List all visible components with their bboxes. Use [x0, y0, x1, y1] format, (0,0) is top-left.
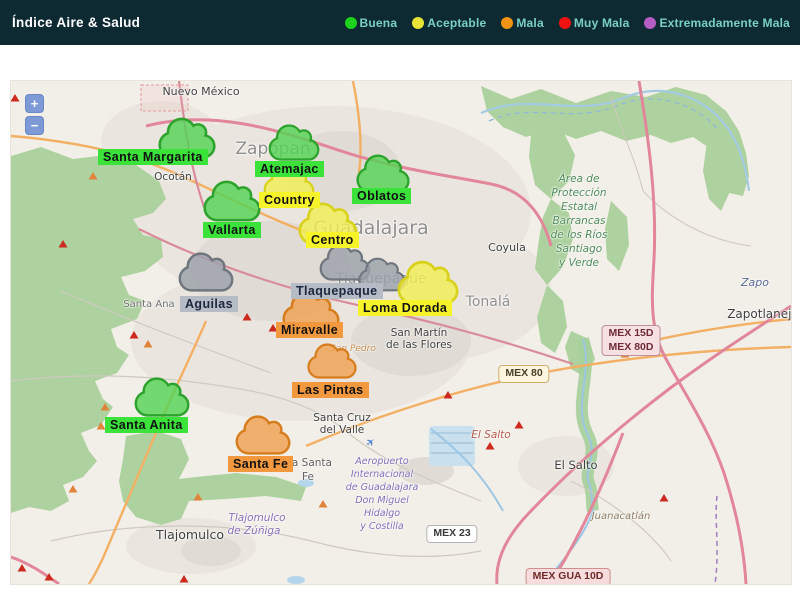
legend-item-buena: Buena [344, 15, 398, 30]
aqi-marker-santa-anita[interactable] [134, 377, 190, 422]
map-label-de-las-flores: de las Flores [385, 339, 453, 351]
legend-dot-aceptable [412, 16, 425, 29]
cloud-icon [178, 252, 234, 292]
map-label-y-costilla: y Costilla [360, 521, 404, 532]
aqi-marker-label-miravalle[interactable]: Miravalle [276, 322, 344, 339]
cloud-icon [356, 154, 410, 192]
aqi-marker-atemajac[interactable] [268, 123, 320, 166]
legend-item-aceptable: Aceptable [412, 16, 486, 30]
map-label-internacional: Internacional [350, 469, 414, 480]
aqi-marker-label-santa-margarita[interactable]: Santa Margarita [98, 149, 208, 166]
map-label-hidalgo: Hidalgo [363, 508, 401, 519]
zoom-control: + − [25, 94, 44, 135]
road-badge-line: MEX 80D [608, 340, 654, 353]
map-label-coyula: Coyula [488, 241, 526, 254]
map-label-san-mart-n: San Martín [390, 327, 448, 339]
map-label-ocot-n: Ocotán [154, 171, 192, 183]
cloud-icon [235, 415, 291, 455]
map-label-de-z-iga: de Zúñiga [227, 525, 281, 537]
road-badge-mex-gua-10d: MEX GUA 10D [525, 568, 611, 584]
map-label-tlajomulco: Tlajomulco [156, 527, 224, 542]
aqi-marker-label-vallarta[interactable]: Vallarta [203, 222, 261, 239]
aqi-marker-label-santa-anita[interactable]: Santa Anita [105, 417, 188, 434]
cloud-icon [268, 123, 320, 161]
legend-dot-extremadamente-mala [644, 16, 657, 29]
app-title: Índice Aire & Salud [12, 15, 141, 30]
map-label-el-salto: El Salto [471, 429, 511, 441]
air-quality-map[interactable]: Nuevo MéxicoOcotánZapopanGuadalajaraTlaq… [10, 80, 792, 585]
aqi-marker-label-aguilas[interactable]: Aguilas [180, 296, 238, 313]
map-label-santa-ana: Santa Ana [123, 299, 175, 310]
road-badge-mex-23: MEX 23 [426, 525, 478, 543]
map-label-de-guadalajara: de Guadalajara [345, 482, 419, 493]
legend: Buena Aceptable Mala Muy Mala Extremadamente… [344, 15, 790, 30]
map-label-santiago: Santiago [555, 243, 603, 255]
map-label-zapo: Zapo [741, 276, 769, 289]
app-header: Índice Aire & Salud Buena Aceptable Mala Mu… [0, 0, 800, 45]
aqi-marker-las-pintas[interactable] [307, 343, 357, 384]
cloud-icon [134, 377, 190, 417]
map-label-protecci-n: Protección [551, 187, 607, 199]
road-badge-mex-15d-80d: MEX 15D MEX 80D [601, 325, 661, 357]
map-label-el-salto: El Salto [554, 458, 598, 472]
road-badge-line: MEX 80 [505, 367, 543, 379]
legend-label: Extremadamente Mala [659, 15, 790, 30]
aqi-marker-aguilas[interactable] [178, 252, 234, 297]
road-badge-line: MEX 15D [608, 327, 654, 339]
aqi-marker-label-tlaquepaque[interactable]: Tlaquepaque [291, 283, 383, 300]
map-label-tlajomulco: Tlajomulco [228, 512, 286, 524]
legend-item-mala: Mala [501, 15, 544, 30]
legend-label: Muy Mala [573, 15, 630, 30]
map-label-zapotlanejo: Zapotlanejo [727, 307, 792, 321]
aqi-marker-label-centro[interactable]: Centro [306, 232, 359, 249]
map-label-nuevo-m-xico: Nuevo México [162, 85, 240, 98]
aqi-marker-label-country[interactable]: Country [259, 192, 320, 209]
road-badge-mex-80: MEX 80 [498, 365, 550, 383]
map-label-fe: Fe [302, 471, 314, 483]
legend-label: Mala [516, 15, 544, 30]
map-label-tonal: Tonalá [465, 294, 511, 310]
aqi-marker-santa-fe[interactable] [235, 415, 291, 460]
legend-item-muy-mala: Muy Mala [558, 15, 630, 30]
map-label-y-verde: y Verde [558, 257, 600, 269]
zoom-in-button[interactable]: + [25, 94, 44, 113]
map-label-de-los-r-os: de los Ríos [550, 229, 608, 241]
cloud-icon [203, 180, 261, 222]
aqi-marker-label-las-pintas[interactable]: Las Pintas [292, 382, 369, 399]
legend-dot-muy-mala [558, 16, 571, 29]
map-label-santa-cruz: Santa Cruz [313, 412, 371, 424]
legend-item-extremadamente-mala: Extremadamente Mala [644, 16, 790, 30]
legend-dot-buena [344, 16, 357, 29]
map-label-rea-de: Área de [558, 173, 600, 185]
map-label-don-miguel: Don Miguel [355, 495, 409, 506]
map-label-aeropuerto: Aeropuerto [355, 456, 409, 467]
aqi-marker-label-oblatos[interactable]: Oblatos [352, 188, 412, 205]
road-badge-line: MEX 23 [433, 527, 471, 539]
legend-dot-mala [501, 16, 514, 29]
map-label-barrancas: Barrancas [552, 215, 606, 227]
road-badge-line: MEX GUA 10D [532, 570, 604, 582]
cloud-icon [397, 260, 459, 304]
aqi-marker-label-loma-dorada[interactable]: Loma Dorada [358, 300, 453, 317]
aqi-marker-label-atemajac[interactable]: Atemajac [255, 161, 324, 178]
legend-label: Aceptable [427, 15, 487, 30]
cloud-icon [307, 343, 357, 379]
aqi-marker-label-santa-fe[interactable]: Santa Fe [228, 456, 294, 473]
map-label-estatal: Estatal [560, 201, 598, 213]
map-label-del-valle: del Valle [319, 424, 365, 436]
zoom-out-button[interactable]: − [25, 116, 44, 135]
aqi-marker-vallarta[interactable] [203, 180, 261, 227]
legend-label: Buena [359, 15, 398, 30]
map-label-juanacatl-n: Juanacatlán [591, 511, 651, 522]
